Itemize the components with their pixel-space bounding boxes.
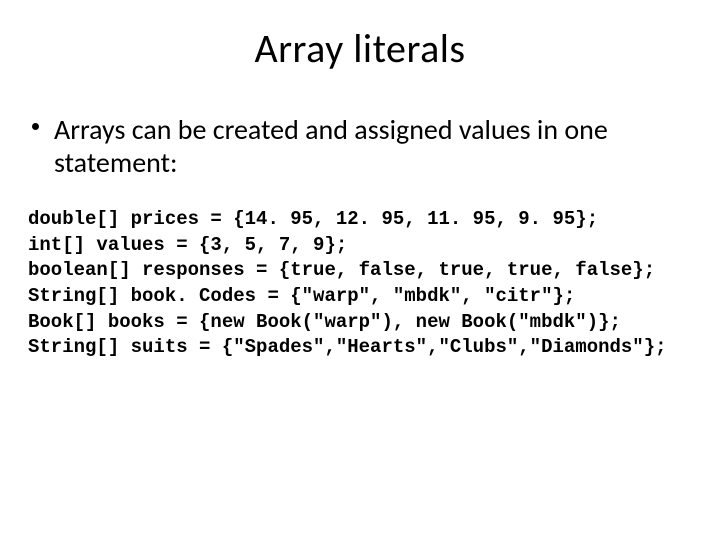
code-line: int[] values = {3, 5, 7, 9}; xyxy=(28,234,347,256)
code-line: String[] suits = {"Spades","Hearts","Clu… xyxy=(28,336,667,358)
bullet-dot-icon xyxy=(32,123,39,130)
code-line: boolean[] responses = {true, false, true… xyxy=(28,259,655,281)
slide: Array literals Arrays can be created and… xyxy=(0,0,720,540)
slide-title: Array literals xyxy=(28,24,692,73)
code-line: Book[] books = {new Book("warp"), new Bo… xyxy=(28,311,621,333)
bullet-text: Arrays can be created and assigned value… xyxy=(54,112,608,180)
code-line: String[] book. Codes = {"warp", "mbdk", … xyxy=(28,285,575,307)
code-line: double[] prices = {14. 95, 12. 95, 11. 9… xyxy=(28,208,598,230)
bullet-item: Arrays can be created and assigned value… xyxy=(28,113,692,179)
code-block: double[] prices = {14. 95, 12. 95, 11. 9… xyxy=(28,207,692,361)
